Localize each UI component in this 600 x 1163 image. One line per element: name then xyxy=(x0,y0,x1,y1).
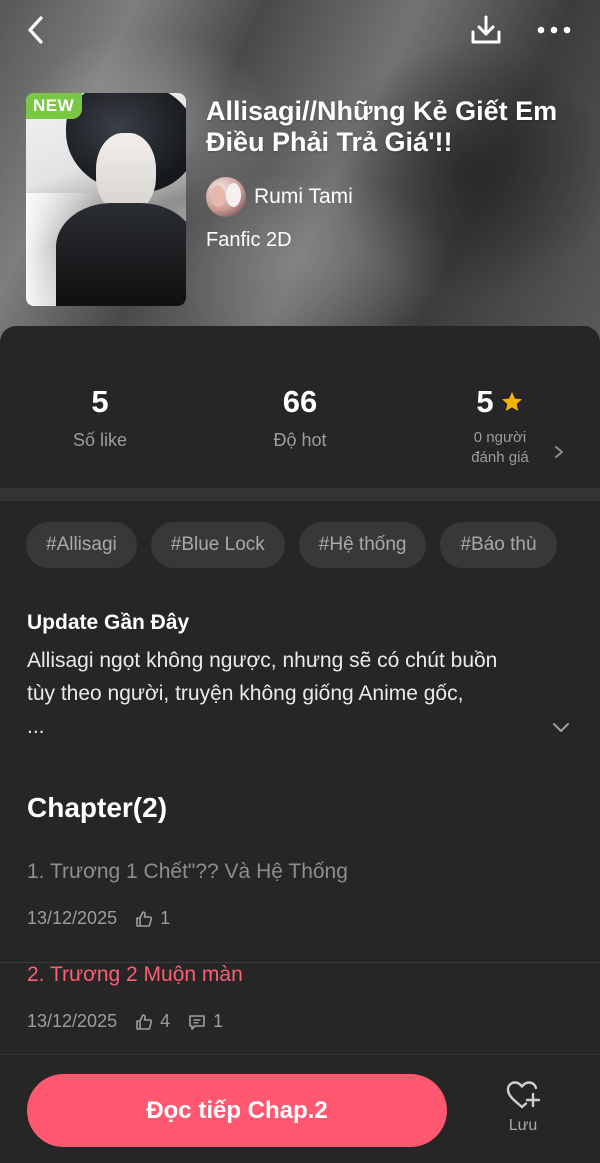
tag-chip[interactable]: #Allisagi xyxy=(26,522,137,568)
rating-stat[interactable]: 5 0 người đánh giá xyxy=(400,384,600,468)
save-label: Lưu xyxy=(508,1117,538,1134)
rating-label: đánh giá xyxy=(471,449,529,466)
download-icon xyxy=(471,15,501,44)
author-avatar xyxy=(206,177,246,217)
chapter-name: 2. Trương 2 Muộn màn xyxy=(27,963,243,986)
tag-chip[interactable]: #Blue Lock xyxy=(150,522,285,568)
chapter-item[interactable]: 1. Trương 1 Chết"?? Và Hệ Thống 13/12/20… xyxy=(0,860,600,963)
book-title: Allisagi//Những Kẻ Giết Em Điều Phải Trả… xyxy=(206,96,558,157)
comment-icon xyxy=(189,1014,205,1030)
section-divider xyxy=(0,488,600,501)
hot-count: 66 xyxy=(282,384,318,419)
chapter-item[interactable]: 2. Trương 2 Muộn màn 13/12/2025 4 1 xyxy=(0,963,600,1066)
chapter-comments: 1 xyxy=(213,1011,224,1031)
new-badge: NEW xyxy=(26,93,83,119)
rating-value: 5 xyxy=(476,384,494,419)
more-options-button[interactable] xyxy=(532,10,576,50)
update-title: Update Gần Đây xyxy=(27,611,190,634)
stats-row: 5 Số like 66 Độ hot 5 0 người đánh giá xyxy=(0,326,600,488)
author-name: Rumi Tami xyxy=(254,185,353,208)
back-button[interactable] xyxy=(16,10,56,50)
more-horizontal-icon xyxy=(537,26,571,34)
hot-label: Độ hot xyxy=(273,430,327,450)
update-description: Allisagi ngọt không ngược, nhưng sẽ có c… xyxy=(27,649,498,738)
chapter-likes: 1 xyxy=(160,908,171,928)
thumbs-up-icon xyxy=(136,910,153,927)
hot-stat: 66 Độ hot xyxy=(200,384,400,451)
author-link[interactable]: Rumi Tami xyxy=(206,176,353,218)
chevron-left-icon xyxy=(28,16,43,44)
thumbs-up-icon xyxy=(136,1013,153,1030)
book-category: Fanfic 2D xyxy=(206,229,292,251)
likes-count: 5 xyxy=(91,384,109,419)
star-icon xyxy=(501,392,522,411)
likes-label: Số like xyxy=(72,430,128,450)
bottom-action-bar: Đọc tiếp Chap.2 Lưu xyxy=(0,1054,600,1163)
heart-plus-icon xyxy=(506,1081,541,1109)
likes-stat: 5 Số like xyxy=(0,384,200,451)
chevron-right-icon[interactable] xyxy=(552,444,566,460)
tag-chip[interactable]: #Báo thù xyxy=(440,522,557,568)
continue-reading-button[interactable]: Đọc tiếp Chap.2 xyxy=(27,1074,447,1147)
details-sheet: 5 Số like 66 Độ hot 5 0 người đánh giá #… xyxy=(0,326,600,1163)
chapter-name: 1. Trương 1 Chết"?? Và Hệ Thống xyxy=(27,860,348,883)
tag-chip[interactable]: #Hệ thống xyxy=(298,522,427,568)
chapter-date: 13/12/2025 xyxy=(27,1011,118,1031)
book-cover[interactable] xyxy=(26,93,186,306)
tag-list: #Allisagi #Blue Lock #Hệ thống #Báo thù xyxy=(26,522,557,568)
chevron-down-icon[interactable] xyxy=(551,720,571,734)
save-button[interactable]: Lưu xyxy=(488,1079,558,1149)
download-button[interactable] xyxy=(464,8,508,52)
chapter-list-heading: Chapter(2) xyxy=(27,792,168,823)
chapter-likes: 4 xyxy=(160,1011,171,1031)
rating-count-label: 0 người xyxy=(473,429,527,446)
chapter-date: 13/12/2025 xyxy=(27,908,118,928)
